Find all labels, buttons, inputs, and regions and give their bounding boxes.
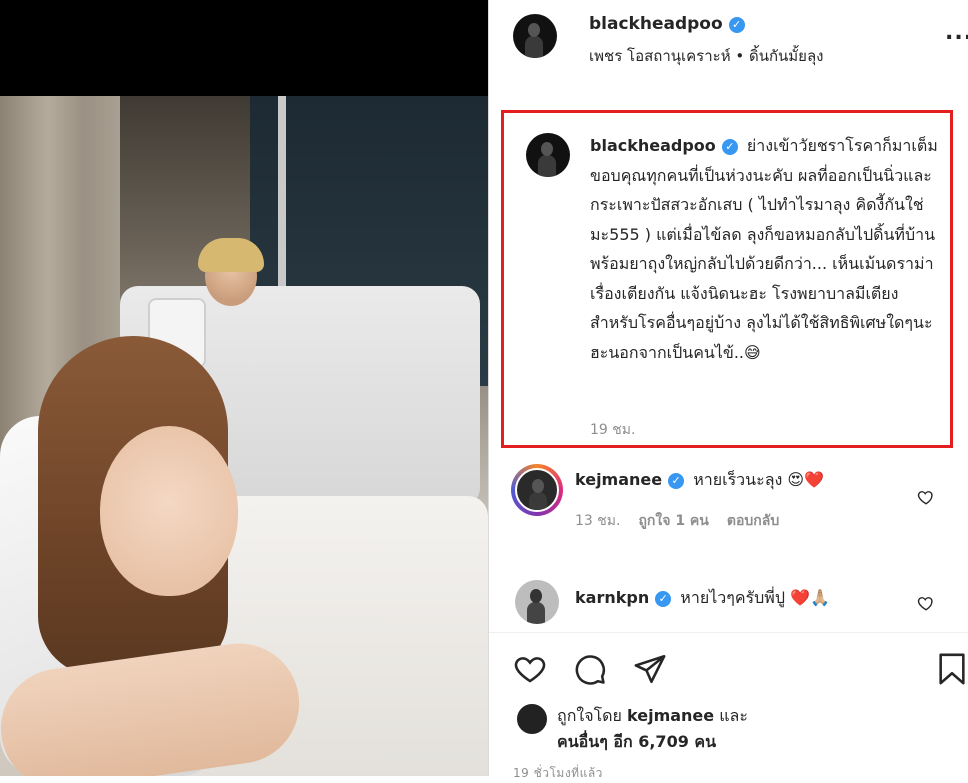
caption-text: ย่างเข้าวัยชราโรคาก็มาเต็ม ขอบคุณทุกคนที…	[590, 136, 938, 362]
liker-avatar[interactable]	[515, 702, 549, 736]
share-icon[interactable]	[633, 652, 667, 686]
reply-button[interactable]: ตอบกลับ	[727, 513, 779, 529]
comment-time[interactable]: 13 ชม.	[575, 513, 620, 529]
author-avatar[interactable]	[513, 14, 557, 58]
comment-icon[interactable]	[573, 652, 607, 686]
more-icon[interactable]: ...	[945, 22, 968, 44]
comment-like-heart-icon[interactable]	[917, 594, 935, 612]
commenter-avatar[interactable]	[515, 468, 559, 512]
post-sidebar: blackheadpoo ✓ เพชร โอสถานุเคราะห์ • ดิ้น…	[488, 0, 968, 780]
caption-username[interactable]: blackheadpoo	[590, 136, 716, 155]
likes-count[interactable]: คนอื่นๆ อีก 6,709 คน	[557, 730, 716, 755]
comment-body: karnkpn ✓ หายไวๆครับพี่ปู ❤️🙏🏼	[575, 586, 895, 611]
verified-icon: ✓	[721, 139, 738, 155]
liker-username[interactable]: kejmanee	[627, 706, 714, 725]
post-subtitle[interactable]: เพชร โอสถานุเคราะห์ • ดิ้นกันมั้ยลุง	[589, 44, 824, 68]
divider	[489, 632, 968, 633]
comment-likes[interactable]: ถูกใจ 1 คน	[638, 513, 708, 529]
verified-icon: ✓	[728, 17, 745, 33]
commenter-avatar[interactable]	[515, 580, 559, 624]
comment-body: kejmanee ✓ หายเร็วนะลุง 😍❤️	[575, 468, 895, 493]
commenter-username[interactable]: karnkpn	[575, 588, 649, 607]
heart-icon[interactable]	[513, 652, 547, 686]
author-username-row: blackheadpoo ✓	[589, 14, 745, 34]
comment-like-heart-icon[interactable]	[917, 488, 935, 506]
likes-prefix: ถูกใจโดย	[557, 706, 622, 725]
post-photo[interactable]	[0, 0, 488, 776]
caption-author-avatar[interactable]	[526, 133, 570, 177]
comment-meta: 13 ชม. ถูกใจ 1 คน ตอบกลับ	[575, 510, 779, 532]
caption-highlight: blackheadpoo ✓ ย่างเข้าวัยชราโรคาก็มาเต็ม…	[501, 110, 953, 448]
caption-timestamp[interactable]: 19 ชม.	[590, 419, 635, 441]
commenter-username[interactable]: kejmanee	[575, 470, 662, 489]
likes-line: ถูกใจโดย kejmanee และ	[557, 704, 748, 729]
comment-text: หายไวๆครับพี่ปู ❤️🙏🏼	[680, 588, 830, 607]
likes-suffix: และ	[719, 706, 748, 725]
author-username[interactable]: blackheadpoo	[589, 14, 723, 34]
caption: blackheadpoo ✓ ย่างเข้าวัยชราโรคาก็มาเต็ม…	[590, 131, 942, 367]
comment-text: หายเร็วนะลุง 😍❤️	[693, 470, 824, 489]
verified-icon: ✓	[668, 473, 685, 489]
story-ring[interactable]	[511, 464, 563, 516]
bookmark-icon[interactable]	[935, 652, 968, 686]
verified-icon: ✓	[655, 591, 672, 607]
posted-time[interactable]: 19 ชั่วโมงที่แล้ว	[513, 764, 603, 783]
post-image[interactable]	[0, 96, 488, 776]
